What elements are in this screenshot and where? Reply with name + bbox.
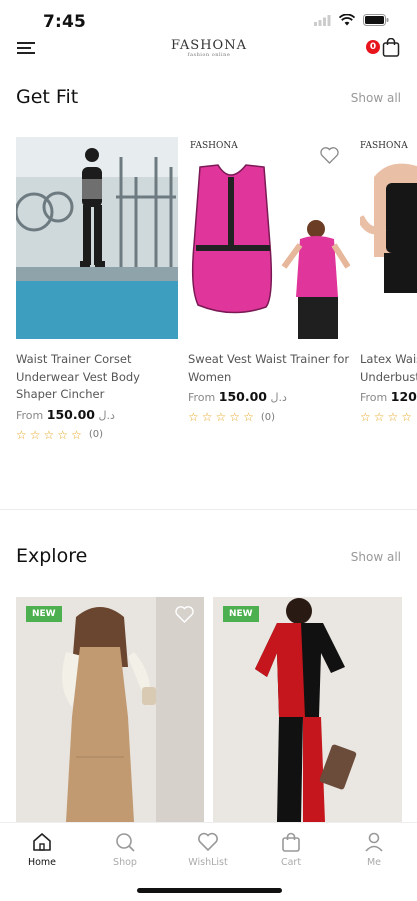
star-icon: ☆ xyxy=(229,410,241,424)
product-price: From 150.00 د.ل xyxy=(188,389,350,404)
show-all-get-fit[interactable]: Show all xyxy=(351,91,401,105)
new-badge: NEW xyxy=(26,606,62,622)
section-divider xyxy=(0,509,417,510)
star-icon: ☆ xyxy=(360,410,371,424)
product-title[interactable]: Waist Trainer Corset Underwear Vest Body… xyxy=(16,351,178,404)
price-currency: د.ل xyxy=(270,391,287,404)
nav-label: WishList xyxy=(188,857,228,868)
rating-stars: ☆ ☆ ☆ ☆ ☆ (0) xyxy=(16,428,178,442)
product-card[interactable]: FASHONA Sweat Vest Waist Trainer for Wom… xyxy=(188,137,350,424)
product-title[interactable]: Latex Waist Zipper and Underbust Shapewe… xyxy=(360,351,417,386)
brand-logo[interactable]: FASHONA fashion online xyxy=(150,38,268,58)
star-icon: ☆ xyxy=(401,410,413,424)
user-icon xyxy=(365,832,383,852)
star-icon: ☆ xyxy=(215,410,227,424)
explore-image xyxy=(213,597,402,822)
product-price: From 150.00 د.ل xyxy=(16,407,178,422)
star-icon: ☆ xyxy=(16,427,27,442)
product-image: FASHONA xyxy=(360,137,417,339)
price-from-label: From xyxy=(16,408,44,422)
wishlist-heart-icon[interactable] xyxy=(320,147,339,164)
logo-text: FASHONA xyxy=(171,38,247,53)
product-card[interactable]: FASHONA Latex Waist Zipper and Underbust… xyxy=(360,137,417,424)
product-price: From 120. xyxy=(360,389,417,404)
star-icon: ☆ xyxy=(71,427,82,442)
home-indicator xyxy=(137,888,282,893)
review-count: (0) xyxy=(260,411,275,423)
nav-label: Home xyxy=(27,857,57,868)
explore-image xyxy=(16,597,204,822)
shopping-bag-icon xyxy=(382,37,400,57)
nav-shop[interactable]: Shop xyxy=(90,831,160,868)
status-bar: 7:45 xyxy=(0,0,417,40)
signal-icon xyxy=(314,14,331,26)
price-value: 150.00 xyxy=(218,389,268,404)
svg-text:FASHONA: FASHONA xyxy=(190,141,238,151)
section-title-explore: Explore xyxy=(16,545,88,567)
nav-me[interactable]: Me xyxy=(339,831,409,868)
heart-icon xyxy=(198,832,218,852)
svg-text:FASHONA: FASHONA xyxy=(360,141,408,151)
nav-cart[interactable]: Cart xyxy=(256,831,326,868)
status-icons xyxy=(314,14,389,26)
explore-card[interactable]: NEW xyxy=(213,597,402,822)
product-card[interactable]: Waist Trainer Corset Underwear Vest Body… xyxy=(16,137,178,442)
star-icon: ☆ xyxy=(43,427,55,442)
nav-wishlist[interactable]: WishList xyxy=(173,831,243,868)
wifi-icon xyxy=(339,14,355,26)
menu-icon[interactable] xyxy=(17,40,35,59)
star-icon: ☆ xyxy=(29,427,41,442)
status-time: 7:45 xyxy=(43,12,87,32)
star-icon: ☆ xyxy=(373,410,385,424)
product-image xyxy=(16,137,178,339)
star-icon: ☆ xyxy=(201,410,213,424)
home-icon xyxy=(33,833,51,851)
nav-label: Shop xyxy=(113,857,137,868)
logo-subtext: fashion online xyxy=(187,52,231,58)
show-all-explore[interactable]: Show all xyxy=(351,550,401,564)
nav-label: Me xyxy=(366,857,382,868)
rating-stars: ☆ ☆ ☆ ☆ xyxy=(360,410,417,424)
product-image: FASHONA xyxy=(188,137,350,339)
search-icon xyxy=(116,833,135,852)
new-badge: NEW xyxy=(223,606,259,622)
star-icon: ☆ xyxy=(57,427,69,442)
product-title[interactable]: Sweat Vest Waist Trainer for Women xyxy=(188,351,350,386)
star-icon: ☆ xyxy=(188,410,199,424)
cart-button[interactable] xyxy=(382,37,400,61)
nav-home[interactable]: Home xyxy=(7,831,77,868)
nav-label: Cart xyxy=(280,857,302,868)
price-from-label: From xyxy=(360,391,388,404)
bag-icon xyxy=(282,832,300,852)
explore-card[interactable]: NEW xyxy=(16,597,204,822)
section-title-get-fit: Get Fit xyxy=(16,86,79,108)
price-value: 150.00 xyxy=(46,406,96,422)
review-count: (0) xyxy=(88,429,103,440)
cart-count-badge: 0 xyxy=(366,40,380,54)
price-from-label: From xyxy=(188,391,216,404)
star-icon: ☆ xyxy=(387,410,399,424)
battery-icon xyxy=(363,14,389,26)
price-value: 120. xyxy=(390,389,417,404)
wishlist-heart-icon[interactable] xyxy=(175,606,194,623)
price-currency: د.ل xyxy=(98,408,115,422)
star-icon: ☆ xyxy=(243,410,254,424)
rating-stars: ☆ ☆ ☆ ☆ ☆ (0) xyxy=(188,410,350,424)
